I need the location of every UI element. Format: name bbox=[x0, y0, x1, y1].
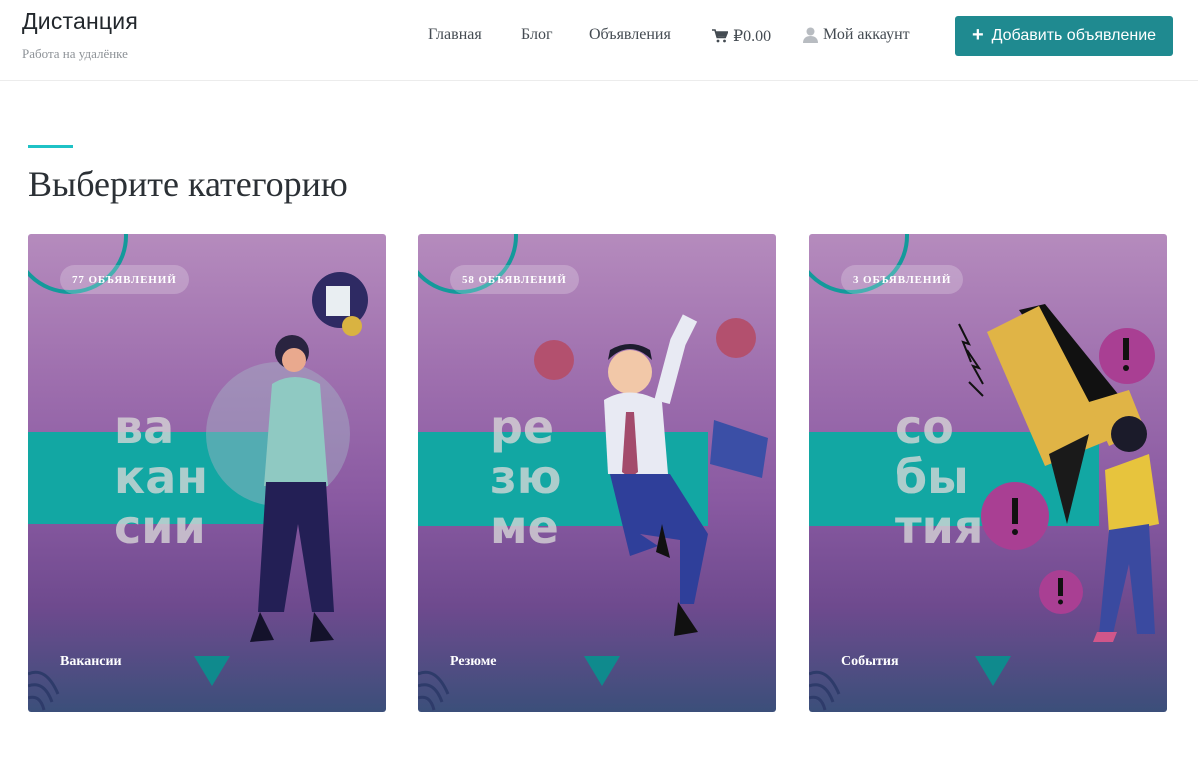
section-title: Выберите категорию bbox=[28, 164, 348, 204]
nav-home[interactable]: Главная bbox=[428, 26, 482, 44]
events-big-word: со бы тия bbox=[895, 400, 984, 554]
nav-account[interactable]: Мой аккаунт bbox=[803, 26, 910, 44]
site-title[interactable]: Дистанция bbox=[22, 8, 138, 35]
site-tagline: Работа на удалёнке bbox=[22, 46, 128, 61]
resume-illustration bbox=[418, 234, 768, 711]
category-card-vacancies[interactable]: ва кан сии 77 ОБЪЯВЛЕНИЙ Вакансии bbox=[28, 234, 386, 712]
category-card-resume[interactable]: ре зю ме 58 ОБЪЯВЛЕНИЙ Резюме bbox=[418, 234, 776, 712]
add-listing-label: Добавить объявление bbox=[991, 27, 1157, 44]
account-label: Мой аккаунт bbox=[823, 26, 910, 43]
listing-count-badge: 58 ОБЪЯВЛЕНИЙ bbox=[450, 265, 579, 294]
heading-accent-bar bbox=[28, 145, 73, 148]
category-label[interactable]: Вакансии bbox=[60, 654, 122, 670]
listing-count-badge: 3 ОБЪЯВЛЕНИЙ bbox=[841, 265, 964, 294]
category-label[interactable]: События bbox=[841, 654, 899, 670]
nav-cart[interactable]: ₽0.00 bbox=[712, 26, 771, 46]
nav-blog[interactable]: Блог bbox=[521, 26, 553, 44]
nav-listings[interactable]: Объявления bbox=[589, 26, 671, 44]
add-listing-button[interactable]: + Добавить объявление bbox=[955, 16, 1173, 56]
listing-count-badge: 77 ОБЪЯВЛЕНИЙ bbox=[60, 265, 189, 294]
events-illustration bbox=[809, 234, 1159, 711]
vacancies-big-word: ва кан сии bbox=[114, 400, 209, 554]
category-label[interactable]: Резюме bbox=[450, 654, 496, 670]
cart-total: ₽0.00 bbox=[733, 28, 772, 45]
site-header: Дистанция Работа на удалёнке Главная Бло… bbox=[0, 0, 1198, 81]
resume-big-word: ре зю ме bbox=[490, 400, 562, 554]
plus-icon: + bbox=[971, 24, 984, 46]
cart-icon bbox=[712, 29, 728, 43]
brand[interactable]: Дистанция Работа на удалёнке bbox=[22, 8, 138, 62]
user-icon bbox=[803, 27, 818, 43]
category-card-events[interactable]: со бы тия 3 ОБЪЯВЛЕНИЙ События bbox=[809, 234, 1167, 712]
